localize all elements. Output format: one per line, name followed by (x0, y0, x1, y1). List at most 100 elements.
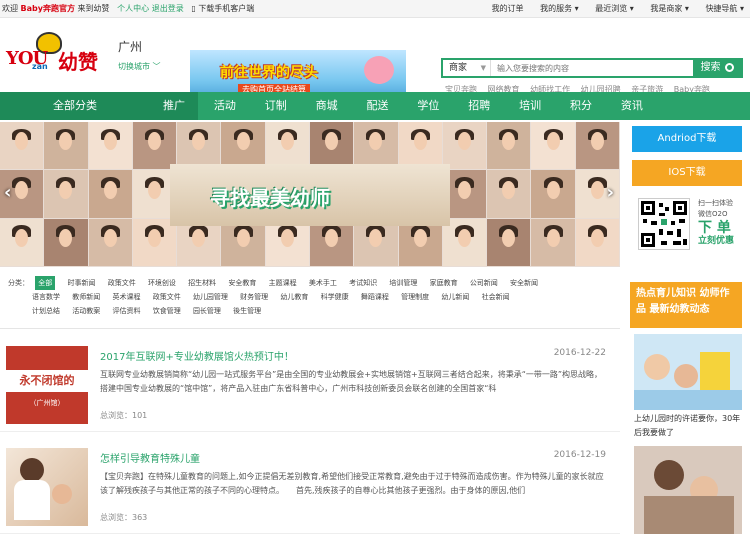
nav-item-mall[interactable]: 商城 (303, 92, 351, 120)
category-item[interactable]: 计划总结 (32, 304, 60, 318)
merchant-link[interactable]: 我是商家 ▾ (650, 4, 689, 13)
android-download-button[interactable]: Andriod下载 (632, 126, 742, 152)
divider (0, 328, 620, 329)
category-item[interactable]: 培训管理 (389, 276, 417, 290)
my-services-link[interactable]: 我的服务 ▾ (540, 4, 579, 13)
article-item[interactable]: 怎样引导教育特殊儿童 2016-12-19 【宝贝奔跑】在特殊儿童教育的问题上,… (0, 432, 620, 534)
slider-next-arrow[interactable]: › (607, 182, 614, 203)
category-item[interactable]: 後生管理 (233, 304, 261, 318)
face-photo-icon (413, 132, 427, 151)
category-item[interactable]: 财务管理 (240, 290, 268, 304)
face-photo-icon (59, 229, 73, 248)
nav-item-delivery[interactable]: 配送 (354, 92, 402, 120)
hero-slider[interactable]: 寻找最美幼师 ‹ › (0, 122, 620, 267)
category-item[interactable]: 幼儿新闻 (441, 290, 469, 304)
slider-photo-tile (44, 218, 88, 266)
nav-item-promote[interactable]: 推广 (150, 92, 198, 120)
search-button[interactable]: 搜索 (693, 60, 741, 76)
category-item[interactable]: 安全新闻 (510, 276, 538, 290)
category-item[interactable]: 政策文件 (153, 290, 181, 304)
slider-main-banner[interactable]: 寻找最美幼师 (170, 164, 450, 226)
article-thumbnail[interactable] (6, 448, 88, 526)
category-item[interactable]: 评估资料 (112, 304, 140, 318)
top-bar: 欢迎 Baby奔跑官方 来到幼赞 个人中心 退出登录 ▯ 下载手机客户端 我的订… (0, 0, 750, 18)
nav-item-news[interactable]: 资讯 (608, 92, 656, 120)
change-city-link[interactable]: 切换城市 ﹀ (118, 61, 161, 72)
download-app-link[interactable]: 下载手机客户端 (198, 4, 254, 13)
search-input[interactable] (493, 60, 693, 76)
category-label: 分类： (8, 279, 29, 287)
slider-prev-arrow[interactable]: ‹ (4, 182, 11, 203)
hot-topics-header[interactable]: 热点育儿知识 幼师作品 最新幼教动态 (630, 282, 742, 328)
logout-link[interactable]: 退出登录 (152, 4, 184, 13)
category-item[interactable]: 英术课程 (112, 290, 140, 304)
category-item[interactable]: 时事新闻 (67, 276, 95, 290)
ios-download-button[interactable]: IOS下载 (632, 160, 742, 186)
category-row: 语言数学 教师新闻 英术课程 政策文件 幼儿园管理 财务管理 幼儿教育 科学健康… (8, 290, 608, 304)
nav-item-jobs[interactable]: 招聘 (455, 92, 503, 120)
category-item[interactable]: 社会新闻 (482, 290, 510, 304)
thumb-subtext: （广州馆） (29, 399, 65, 407)
face-photo-icon (280, 132, 294, 151)
my-orders-link[interactable]: 我的订单 (492, 4, 524, 13)
category-item[interactable]: 主题课程 (269, 276, 297, 290)
category-item[interactable]: 科学健康 (321, 290, 349, 304)
category-item[interactable]: 安全教育 (228, 276, 256, 290)
nav-item-custom[interactable]: 订制 (252, 92, 300, 120)
welcome-text: 欢迎 (2, 4, 18, 13)
hot-article-image[interactable] (634, 334, 742, 410)
phone-icon: ▯ (191, 4, 196, 13)
child-photo-icon (52, 484, 72, 504)
quick-nav-link[interactable]: 快捷导航 ▾ (705, 4, 744, 13)
qr-caption: 扫一扫体验 微信O2O 下 单 立刻优惠 (698, 198, 734, 247)
category-item[interactable]: 园长管理 (193, 304, 221, 318)
category-item[interactable]: 公司新闻 (470, 276, 498, 290)
nav-item-activity[interactable]: 活动 (201, 92, 249, 120)
category-item[interactable]: 幼儿教育 (280, 290, 308, 304)
nav-item-training[interactable]: 培训 (506, 92, 554, 120)
user-center-link[interactable]: 个人中心 (117, 4, 149, 13)
slider-photo-tile (531, 218, 575, 266)
category-filter: 分类： 全部 时事新闻 政策文件 环境创设 招生材料 安全教育 主题课程 美术手… (8, 276, 608, 318)
article-thumbnail[interactable]: 永不闭馆的 （广州馆） (6, 346, 88, 424)
category-item[interactable]: 环境创设 (148, 276, 176, 290)
recent-browse-link[interactable]: 最近浏览 ▾ (595, 4, 634, 13)
category-item[interactable]: 舞蹈课程 (361, 290, 389, 304)
category-item[interactable]: 饮食管理 (153, 304, 181, 318)
all-categories-button[interactable]: 全部分类 (0, 92, 150, 120)
category-item[interactable]: 招生材料 (188, 276, 216, 290)
nav-item-points[interactable]: 积分 (557, 92, 605, 120)
face-photo-icon (457, 229, 471, 248)
face-photo-icon (280, 229, 294, 248)
article-title[interactable]: 怎样引导教育特殊儿童 (100, 450, 200, 465)
search-category-select[interactable]: 商家 ▼ (443, 60, 491, 76)
category-item[interactable]: 家庭教育 (430, 276, 458, 290)
category-item[interactable]: 活动教案 (72, 304, 100, 318)
article-title[interactable]: 2017年互联网+专业幼教展馆火热预订中！ (100, 348, 294, 363)
photo-background (644, 496, 734, 534)
category-item[interactable]: 语言数学 (32, 290, 60, 304)
category-item[interactable]: 考试知识 (349, 276, 377, 290)
face-photo-icon (369, 132, 383, 151)
nav-item-degree[interactable]: 学位 (404, 92, 452, 120)
category-item[interactable]: 管理制度 (401, 290, 429, 304)
article-desc: 【宝贝奔跑】在特殊儿童教育的问题上,如今正提倡无差别教育,希望他们接受正常教育,… (100, 472, 604, 495)
category-row: 分类： 全部 时事新闻 政策文件 环境创设 招生材料 安全教育 主题课程 美术手… (8, 276, 608, 290)
category-item[interactable]: 全部 (35, 276, 56, 290)
hot-article-image[interactable] (634, 446, 742, 534)
hot-article-caption[interactable]: 上幼儿园时的许诺要你，30年后我要做了 (634, 412, 744, 440)
slider-photo-tile (0, 122, 44, 170)
top-right-links: 我的订单 我的服务 ▾ 最近浏览 ▾ 我是商家 ▾ 快捷导航 ▾ (478, 0, 744, 18)
category-item[interactable]: 美术手工 (309, 276, 337, 290)
username-link[interactable]: Baby奔跑官方 (21, 4, 75, 13)
article-views: 总浏览：363 (100, 513, 148, 522)
category-item[interactable]: 教师新闻 (72, 290, 100, 304)
slider-photo-tile (575, 122, 619, 170)
category-item[interactable]: 政策文件 (108, 276, 136, 290)
city-selector[interactable]: 广州 切换城市 ﹀ (118, 38, 161, 72)
article-item[interactable]: 永不闭馆的 （广州馆） 2017年互联网+专业幼教展馆火热预订中！ 2016-1… (0, 330, 620, 432)
site-logo[interactable]: YOU zan 幼赞 (6, 32, 106, 76)
category-item[interactable]: 幼儿园管理 (193, 290, 228, 304)
slider-photo-tile (398, 122, 442, 170)
slider-photo-tile (487, 170, 531, 218)
